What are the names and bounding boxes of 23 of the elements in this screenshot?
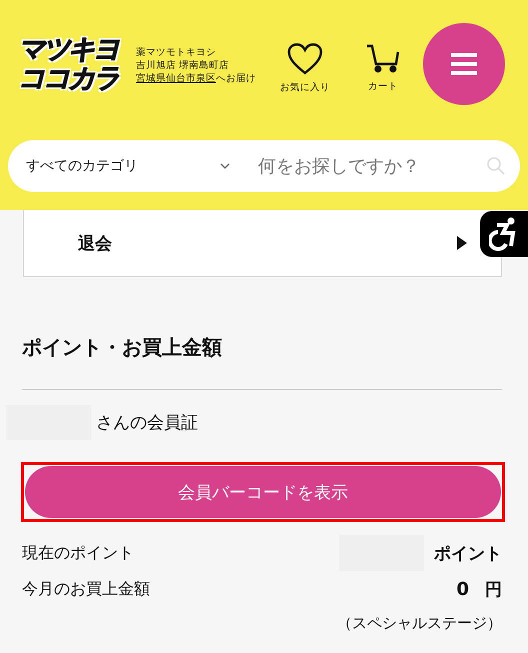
search-field[interactable]: 何をお探しですか？ (256, 154, 486, 178)
category-select[interactable]: すべてのカテゴリ (26, 157, 216, 175)
cart-icon[interactable] (366, 44, 400, 74)
logo[interactable]: マツキヨ ココカラ (18, 34, 122, 92)
favorites-label[interactable]: お気に入り (280, 81, 330, 94)
row-unit: 円 (485, 578, 502, 600)
member-card-label: さんの会員証 (96, 412, 198, 434)
stage-label: （スペシャルステージ） (337, 614, 502, 633)
section-heading: ポイント・お買上金額 (22, 335, 223, 359)
row-label: 今月のお買上金額 (22, 578, 151, 600)
withdraw-link[interactable]: 退会 (78, 232, 457, 254)
row-unit: ポイント (434, 542, 502, 564)
cart-label[interactable]: カート (368, 80, 398, 93)
triangle-right-icon[interactable] (457, 236, 467, 250)
row-label: 現在のポイント (22, 542, 135, 564)
row-value: 0 (456, 578, 469, 600)
accessibility-button[interactable] (480, 211, 528, 257)
chevron-down-icon[interactable] (220, 163, 230, 169)
heart-icon[interactable] (287, 43, 323, 75)
delivery-link[interactable]: 宮城県仙台市泉区 (136, 73, 216, 84)
show-barcode-button[interactable]: 会員バーコードを表示 (25, 466, 501, 518)
menu-icon (451, 52, 477, 74)
store-info: 薬マツモトキヨシ 吉川旭店 堺南島町店 宮城県仙台市泉区へお届け (136, 46, 257, 85)
